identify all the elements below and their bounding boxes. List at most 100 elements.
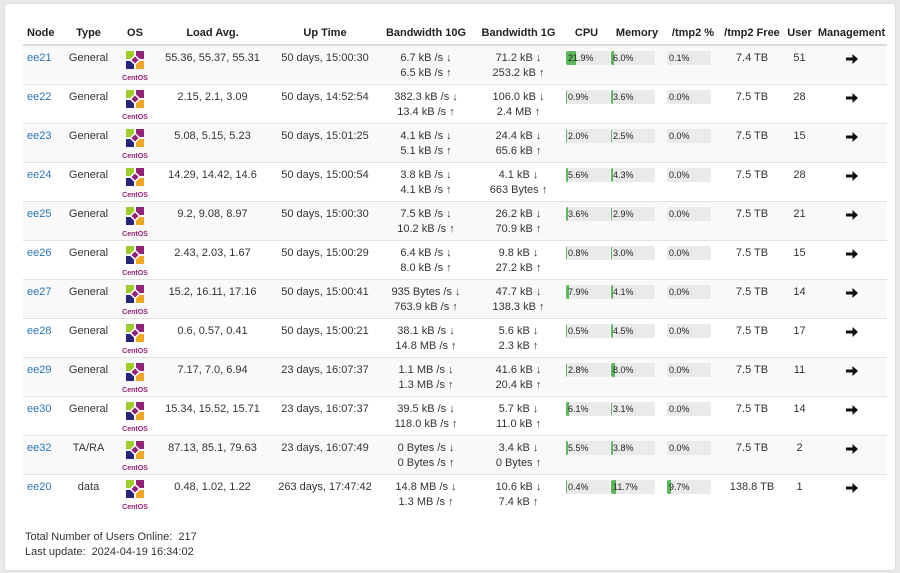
memory-usage-bar: 3.6%: [611, 90, 655, 104]
table-row: ee25 General CentOS 9.2, 9.08, 8.97 50 days,…: [23, 201, 887, 241]
table-header-row: Node Type OS Load Avg. Up Time Bandwidth…: [23, 22, 887, 46]
tmp2-pct-cell: 0.0%: [665, 357, 721, 397]
arrow-right-icon[interactable]: [845, 404, 858, 416]
memory-cell: 11.7%: [609, 474, 665, 513]
bw1-down: 41.6 kB ↓: [495, 364, 542, 376]
node-link[interactable]: ee28: [27, 325, 51, 337]
bandwidth-1g-cell: 41.6 kB ↓ 20.4 kB ↑: [473, 357, 564, 397]
bw10-down: 4.1 kB /s ↓: [400, 130, 452, 142]
memory-usage-bar-text: 3.6%: [613, 92, 634, 102]
tmp2-usage-bar: 9.7%: [667, 480, 711, 494]
arrow-right-icon[interactable]: [845, 170, 858, 182]
centos-logo-icon: CentOS: [122, 284, 148, 316]
arrow-right-icon[interactable]: [845, 248, 858, 260]
load-avg-cell: 9.2, 9.08, 8.97: [154, 201, 271, 241]
node-link[interactable]: ee24: [27, 169, 51, 181]
tmp2-usage-bar: 0.0%: [667, 324, 711, 338]
total-users-value: 217: [178, 531, 197, 543]
os-cell: CentOS: [116, 201, 154, 241]
tmp2-free-cell: 7.5 TB: [721, 84, 783, 124]
bw1-down: 24.4 kB ↓: [495, 130, 542, 142]
arrow-right-icon[interactable]: [845, 287, 858, 299]
arrow-right-icon[interactable]: [845, 326, 858, 338]
tmp2-usage-bar: 0.0%: [667, 285, 711, 299]
user-count-cell: 21: [783, 201, 816, 241]
arrow-right-icon[interactable]: [845, 482, 858, 494]
tmp2-usage-bar-text: 0.0%: [669, 92, 690, 102]
node-link[interactable]: ee27: [27, 286, 51, 298]
uptime-cell: 23 days, 16:07:37: [271, 396, 379, 436]
col-header-tmp2-free: /tmp2 Free: [721, 22, 783, 46]
tmp2-pct-cell: 0.1%: [665, 44, 721, 85]
arrow-right-icon[interactable]: [845, 209, 858, 221]
cpu-usage-bar-text: 2.8%: [568, 365, 589, 375]
management-cell: [816, 44, 887, 85]
bw10-down: 14.8 MB /s ↓: [395, 481, 457, 493]
node-link[interactable]: ee29: [27, 364, 51, 376]
node-link[interactable]: ee20: [27, 481, 51, 493]
memory-usage-bar-text: 2.9%: [613, 209, 634, 219]
tmp2-free-cell: 7.5 TB: [721, 318, 783, 358]
memory-usage-bar: 4.3%: [611, 168, 655, 182]
bw1-up: 138.3 kB ↑: [492, 301, 545, 313]
tmp2-free-cell: 7.5 TB: [721, 162, 783, 202]
node-link[interactable]: ee23: [27, 130, 51, 142]
col-header-bandwidth-10g: Bandwidth 10G: [379, 22, 473, 46]
arrow-right-icon[interactable]: [845, 92, 858, 104]
load-avg-cell: 7.17, 7.0, 6.94: [154, 357, 271, 397]
arrow-right-icon[interactable]: [845, 443, 858, 455]
bw10-down: 6.4 kB /s ↓: [400, 247, 452, 259]
arrow-right-icon[interactable]: [845, 365, 858, 377]
cpu-cell: 6.1%: [564, 396, 610, 436]
memory-usage-bar-text: 2.5%: [613, 131, 634, 141]
col-header-cpu: CPU: [564, 22, 609, 46]
user-count-cell: 15: [783, 240, 816, 280]
arrow-right-icon[interactable]: [845, 131, 858, 143]
uptime-cell: 50 days, 15:00:41: [271, 279, 379, 319]
bw10-up: 8.0 kB /s ↑: [400, 262, 452, 274]
table-row: ee23 General CentOS 5.08, 5.15, 5.23 50 days…: [23, 123, 887, 163]
cpu-usage-bar: 2.0%: [566, 129, 610, 143]
tmp2-free-cell: 7.5 TB: [721, 357, 783, 397]
management-cell: [816, 474, 887, 513]
node-link[interactable]: ee25: [27, 208, 51, 220]
bw10-up: 13.4 kB /s ↑: [397, 106, 455, 118]
tmp2-usage-bar-text: 0.0%: [669, 287, 690, 297]
node-cell: ee22: [23, 84, 61, 124]
centos-logo-icon: CentOS: [122, 245, 148, 277]
table-row: ee21 General CentOS 55.36, 55.37, 55.31 50 d…: [23, 44, 887, 85]
bandwidth-10g-cell: 14.8 MB /s ↓ 1.3 MB /s ↑: [379, 474, 473, 513]
node-link[interactable]: ee26: [27, 247, 51, 259]
bw1-down: 9.8 kB ↓: [498, 247, 539, 259]
os-cell: CentOS: [116, 84, 154, 124]
table-row: ee24 General CentOS 14.29, 14.42, 14.6 50 da…: [23, 162, 887, 202]
node-link[interactable]: ee22: [27, 91, 51, 103]
bw1-up: 2.3 kB ↑: [498, 340, 539, 352]
tmp2-pct-cell: 0.0%: [665, 318, 721, 358]
total-users-label: Total Number of Users Online:: [25, 531, 173, 543]
memory-usage-bar-text: 8.0%: [613, 365, 634, 375]
cpu-usage-bar-text: 0.9%: [568, 92, 589, 102]
os-cell: CentOS: [116, 474, 154, 513]
bw1-up: 663 Bytes ↑: [489, 184, 548, 196]
node-link[interactable]: ee21: [27, 52, 51, 64]
bandwidth-1g-cell: 3.4 kB ↓ 0 Bytes ↑: [473, 435, 564, 475]
cpu-usage-bar-text: 7.9%: [568, 287, 589, 297]
last-update-value: 2024-04-19 16:34:02: [91, 546, 194, 558]
node-link[interactable]: ee32: [27, 442, 51, 454]
node-cell: ee21: [23, 44, 61, 85]
col-header-bandwidth-1g: Bandwidth 1G: [473, 22, 564, 46]
tmp2-free-cell: 7.5 TB: [721, 123, 783, 163]
bw10-down: 382.3 kB /s ↓: [394, 91, 458, 103]
tmp2-usage-bar-text: 0.0%: [669, 170, 690, 180]
cpu-cell: 5.5%: [564, 435, 610, 475]
cpu-usage-bar: 6.1%: [566, 402, 610, 416]
bw10-up: 14.8 MB /s ↑: [395, 340, 457, 352]
arrow-right-icon[interactable]: [845, 53, 858, 65]
node-cell: ee20: [23, 474, 61, 513]
bw1-up: 7.4 kB ↑: [498, 496, 539, 508]
node-link[interactable]: ee30: [27, 403, 51, 415]
type-cell: General: [61, 84, 116, 124]
bw10-down: 1.1 MB /s ↓: [398, 364, 454, 376]
node-cell: ee24: [23, 162, 61, 202]
